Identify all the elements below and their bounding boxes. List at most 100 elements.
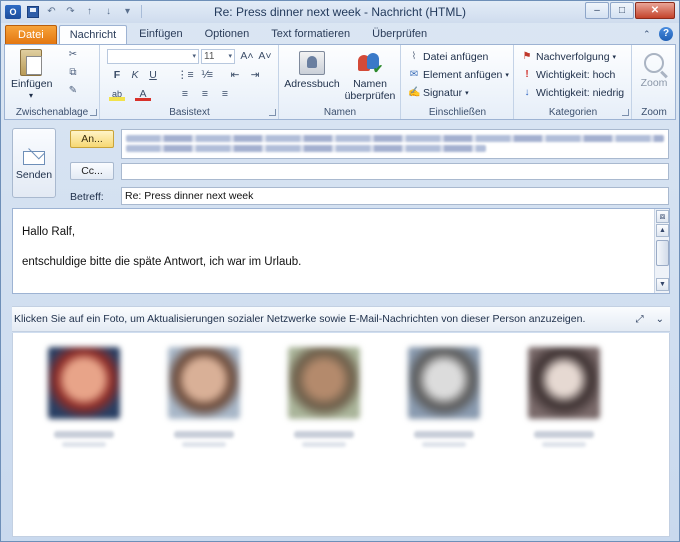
person-card[interactable] bbox=[44, 347, 124, 447]
magnifier-icon bbox=[644, 53, 664, 73]
tab-ueberpruefen[interactable]: Überprüfen bbox=[362, 25, 437, 45]
person-card[interactable] bbox=[164, 347, 244, 447]
person-card[interactable] bbox=[284, 347, 364, 447]
person-photo[interactable] bbox=[528, 347, 600, 419]
body-greeting: Hallo Ralf, bbox=[22, 226, 76, 238]
title-bar: O ↶ ↷ ↑ ↓ ▾ Re: Press dinner next week -… bbox=[1, 1, 679, 23]
person-photo[interactable] bbox=[288, 347, 360, 419]
decrease-indent-button[interactable]: ⇤ bbox=[227, 68, 243, 82]
flag-icon: ⚑ bbox=[522, 51, 532, 62]
group-label-tags: Kategorien bbox=[548, 107, 598, 118]
group-clipboard: Einfügen ▾ ✂ ⧉ ✎ Zwischenablage bbox=[5, 45, 100, 119]
increase-indent-button[interactable]: ⇥ bbox=[247, 68, 263, 82]
minimize-button[interactable]: – bbox=[585, 2, 609, 19]
grow-font-button[interactable]: A˄ bbox=[239, 49, 255, 63]
person-photo[interactable] bbox=[408, 347, 480, 419]
cut-button[interactable]: ✂ bbox=[67, 49, 79, 61]
cc-field[interactable] bbox=[121, 163, 669, 180]
group-basic-text: ▾ 11 ▾ A˄ A˅ F K U ⋮≡ ⅟≡ ⇤ ⇥ ab A ≡ ≡ ≡ B… bbox=[101, 45, 279, 119]
italic-button[interactable]: K bbox=[127, 68, 143, 82]
importance-low-icon: ↓ bbox=[524, 87, 530, 98]
font-color-button[interactable]: A bbox=[135, 87, 151, 101]
signature-button[interactable]: ✍ Signatur ▾ bbox=[408, 87, 469, 99]
person-card[interactable] bbox=[404, 347, 484, 447]
people-pane-controls: ⤢ ⌄ bbox=[636, 307, 664, 332]
format-painter-button[interactable]: ✎ bbox=[67, 85, 79, 97]
tab-datei[interactable]: Datei bbox=[5, 25, 57, 45]
underline-button[interactable]: U bbox=[145, 68, 161, 82]
highlight-button[interactable]: ab bbox=[109, 87, 125, 101]
shrink-font-button[interactable]: A˅ bbox=[257, 49, 273, 63]
tab-text-formatieren[interactable]: Text formatieren bbox=[261, 25, 360, 45]
ruler-toggle-icon[interactable]: ⧈ bbox=[656, 210, 669, 223]
align-center-button[interactable]: ≡ bbox=[197, 87, 213, 101]
minimize-ribbon-icon[interactable]: ⌃ bbox=[643, 29, 653, 39]
person-photo[interactable] bbox=[48, 347, 120, 419]
check-names-label-1: Namen bbox=[353, 78, 387, 90]
importance-high-button[interactable]: ! Wichtigkeit: hoch bbox=[521, 69, 615, 81]
importance-high-icon: ! bbox=[525, 69, 529, 80]
clipboard-launcher-icon[interactable] bbox=[90, 109, 97, 116]
body-scrollbar[interactable]: ⧈ ▲ ▼ bbox=[654, 209, 669, 293]
group-include: ⌇ Datei anfügen ✉ Element anfügen ▾ ✍ Signat… bbox=[402, 45, 514, 119]
person-name-blurred bbox=[54, 431, 114, 438]
to-field[interactable] bbox=[121, 129, 669, 159]
body-line-1: entschuldige bitte die späte Antwort, ic… bbox=[22, 256, 302, 268]
followup-label: Nachverfolgung bbox=[536, 51, 610, 63]
recipients-blurred-line-1 bbox=[126, 135, 664, 142]
followup-button[interactable]: ⚑ Nachverfolgung ▾ bbox=[521, 51, 617, 63]
window-controls: – □ ✕ bbox=[585, 2, 675, 19]
expand-pane-icon[interactable]: ⤢ bbox=[636, 307, 644, 332]
tags-launcher-icon[interactable] bbox=[622, 109, 629, 116]
person-photo[interactable] bbox=[168, 347, 240, 419]
subject-label: Betreff: bbox=[70, 191, 104, 203]
font-size-dropdown[interactable]: 11 ▾ bbox=[201, 49, 235, 64]
font-name-dropdown[interactable]: ▾ bbox=[107, 49, 199, 64]
help-area: ⌃ ? bbox=[643, 27, 673, 41]
person-name-blurred bbox=[174, 431, 234, 438]
address-book-button[interactable]: Adressbuch bbox=[284, 51, 340, 90]
subject-field[interactable]: Re: Press dinner next week bbox=[121, 187, 669, 205]
collapse-pane-icon[interactable]: ⌄ bbox=[656, 307, 664, 332]
check-names-button[interactable]: ✔ Namen überprüfen bbox=[342, 51, 398, 102]
attach-item-button[interactable]: ✉ Element anfügen ▾ bbox=[408, 69, 509, 81]
window-title: Re: Press dinner next week - Nachricht (… bbox=[213, 5, 467, 19]
tab-einfuegen[interactable]: Einfügen bbox=[129, 25, 192, 45]
align-right-button[interactable]: ≡ bbox=[217, 87, 233, 101]
bold-button[interactable]: F bbox=[109, 68, 125, 82]
ribbon: Einfügen ▾ ✂ ⧉ ✎ Zwischenablage ▾ 11 ▾ A˄… bbox=[4, 44, 676, 120]
scroll-thumb[interactable] bbox=[656, 240, 669, 266]
cc-button[interactable]: Cc... bbox=[70, 162, 114, 180]
envelope-attach-icon: ✉ bbox=[409, 69, 419, 80]
scroll-down-button[interactable]: ▼ bbox=[656, 278, 669, 291]
to-button[interactable]: An... bbox=[70, 130, 114, 148]
scroll-up-button[interactable]: ▲ bbox=[656, 224, 669, 237]
message-body[interactable]: Hallo Ralf, entschuldige bitte die späte… bbox=[12, 208, 670, 294]
people-pane-hint: Klicken Sie auf ein Foto, um Aktualisier… bbox=[14, 313, 586, 325]
bullets-button[interactable]: ⋮≡ bbox=[177, 68, 194, 82]
copy-button[interactable]: ⧉ bbox=[67, 67, 79, 79]
attach-file-button[interactable]: ⌇ Datei anfügen bbox=[408, 51, 489, 63]
tab-optionen[interactable]: Optionen bbox=[195, 25, 260, 45]
check-names-label-2: überprüfen bbox=[344, 90, 396, 102]
numbering-button[interactable]: ⅟≡ bbox=[199, 68, 215, 82]
paste-dropdown-arrow: ▾ bbox=[28, 91, 33, 100]
paperclip-icon: ⌇ bbox=[411, 51, 417, 62]
maximize-button[interactable]: □ bbox=[610, 2, 634, 19]
align-left-button[interactable]: ≡ bbox=[177, 87, 193, 101]
font-size-arrow: ▾ bbox=[228, 53, 232, 60]
basic-text-launcher-icon[interactable] bbox=[269, 109, 276, 116]
close-button[interactable]: ✕ bbox=[635, 2, 675, 19]
group-label-names: Namen bbox=[323, 107, 357, 118]
zoom-button[interactable]: Zoom bbox=[635, 53, 673, 89]
help-icon[interactable]: ? bbox=[659, 27, 673, 41]
paste-button[interactable]: Einfügen ▾ bbox=[11, 49, 52, 102]
person-name-blurred bbox=[294, 431, 354, 438]
person-card[interactable] bbox=[524, 347, 604, 447]
compose-header: Senden An... Cc... Betreff: Re: Press di… bbox=[10, 124, 672, 206]
tab-nachricht[interactable]: Nachricht bbox=[58, 25, 128, 45]
send-button[interactable]: Senden bbox=[12, 128, 56, 198]
importance-low-button[interactable]: ↓ Wichtigkeit: niedrig bbox=[521, 87, 625, 99]
attach-file-label: Datei anfügen bbox=[423, 51, 489, 63]
font-size-value: 11 bbox=[204, 51, 215, 62]
